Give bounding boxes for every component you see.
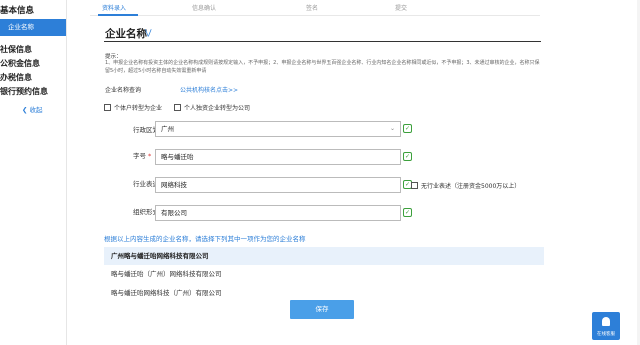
tip-text: 1、申报企业名称有投资主体的企业名称构成规则请按规定输入，不予申报；2、申报企业… [105, 60, 540, 74]
sidebar: 基本信息 企业名称 社保信息 公积金信息 办税信息 银行预约信息 ❮ 收起 [0, 0, 67, 345]
section-divider [104, 41, 541, 42]
step-data-entry[interactable]: 资料录入 [102, 3, 126, 12]
checkbox-label: 个人独资企业转型为公司 [184, 105, 251, 112]
online-service-button[interactable]: 在线客服 [592, 312, 620, 340]
checkbox-label: 个体户转型为企业 [114, 105, 163, 112]
check-icon: ✓ [403, 124, 412, 133]
sidebar-collapse-button[interactable]: ❮ 收起 [22, 104, 43, 114]
brand-input[interactable]: 略与蟠迁咍 [155, 149, 401, 165]
double-chevron-down-icon[interactable]: ⋁ [145, 28, 152, 37]
name-query-label: 企业名称查询 [105, 87, 142, 94]
checkbox-icon[interactable] [104, 104, 111, 111]
sidebar-item-social-security[interactable]: 社保信息 [0, 44, 32, 55]
name-option[interactable]: 广州略与蟠迁咍网络科技有限公司 [104, 247, 544, 265]
sidebar-item-bank[interactable]: 银行预约信息 [0, 86, 48, 97]
region-value: 广州 [161, 125, 174, 133]
checkbox-sole-to-company[interactable]: 个人独资企业转型为公司 [174, 103, 250, 112]
name-option[interactable]: 略与蟠迁咍（广州）网络科技有限公司 [104, 265, 544, 283]
step-line [90, 15, 540, 16]
no-industry-label: 无行业表述（注册资金5000万以上） [421, 183, 521, 190]
section-title: 企业名称 [105, 28, 147, 40]
choose-instruction: 根据以上内容生成的企业名称，请选择下列其中一项作为您的企业名称 [104, 235, 306, 243]
brand-label: 字号 * [133, 152, 152, 160]
industry-input[interactable]: 网络科技 [155, 177, 401, 193]
sidebar-item-tax[interactable]: 办税信息 [0, 72, 32, 83]
step-submit[interactable]: 提交 [395, 3, 407, 12]
checkbox-icon[interactable] [411, 182, 418, 189]
region-select[interactable]: 广州 ⌄ [155, 121, 401, 137]
online-service-label: 在线客服 [597, 332, 615, 337]
sidebar-collapse-label: 收起 [29, 106, 43, 114]
checkbox-individual-to-enterprise[interactable]: 个体户转型为企业 [104, 103, 162, 112]
checkbox-icon[interactable] [174, 104, 181, 111]
org-form-input[interactable]: 有限公司 [155, 205, 401, 221]
bell-icon [602, 317, 610, 326]
chevron-left-icon: ❮ [22, 106, 28, 114]
sidebar-item-company-name[interactable]: 企业名称 [0, 19, 66, 36]
save-button[interactable]: 保存 [290, 300, 354, 319]
no-industry-checkbox[interactable]: 无行业表述（注册资金5000万以上） [411, 181, 520, 190]
sidebar-item-housing-fund[interactable]: 公积金信息 [0, 58, 40, 69]
sidebar-title: 基本信息 [0, 6, 35, 16]
step-active-indicator [98, 14, 138, 16]
name-query-link[interactable]: 公共机构核名点击>> [180, 85, 238, 94]
chevron-down-icon: ⌄ [389, 125, 395, 132]
check-icon: ✓ [403, 208, 412, 217]
step-confirm[interactable]: 信息确认 [192, 3, 216, 12]
check-icon: ✓ [403, 152, 412, 161]
step-bar: 资料录入 信息确认 签名 提交 [90, 0, 550, 18]
step-sign[interactable]: 签名 [306, 3, 318, 12]
